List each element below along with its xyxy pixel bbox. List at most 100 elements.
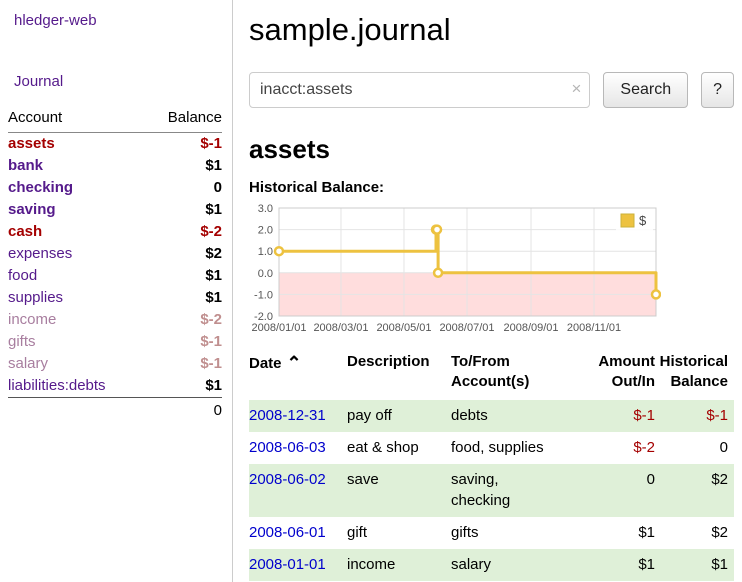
transaction-date-link[interactable]: 2008-06-01 <box>249 524 326 541</box>
header-accounts-line2: Account(s) <box>451 373 529 390</box>
account-row: assets $-1 <box>8 132 222 155</box>
account-name-cell: expenses <box>8 243 146 265</box>
register-description-cell: eat & shop <box>347 432 451 464</box>
register-balance-cell: 0 <box>655 432 734 464</box>
svg-text:2.0: 2.0 <box>258 225 273 237</box>
register-row: 2008-06-03 eat & shopfood, supplies$-20 <box>249 432 734 464</box>
account-name-cell: saving <box>8 199 146 221</box>
accounts-total-spacer <box>8 397 146 421</box>
historical-balance-chart: $3.02.01.00.0-1.0-2.02008/01/012008/03/0… <box>249 201 734 340</box>
register-balance-cell: $-1 <box>655 400 734 432</box>
account-heading: assets <box>249 134 734 165</box>
account-balance: $1 <box>146 155 222 177</box>
accounts-header-balance: Balance <box>146 106 222 132</box>
svg-text:2008/07/01: 2008/07/01 <box>439 322 494 334</box>
account-name-cell: supplies <box>8 287 146 309</box>
account-link[interactable]: assets <box>8 135 55 152</box>
register-table: Date⌃ Description To/FromAccount(s) Amou… <box>249 352 734 581</box>
account-row: saving $1 <box>8 199 222 221</box>
account-link[interactable]: expenses <box>8 245 72 262</box>
account-link[interactable]: food <box>8 267 37 284</box>
account-balance: $1 <box>146 199 222 221</box>
register-description-cell: gift <box>347 517 451 549</box>
svg-text:-1.0: -1.0 <box>254 289 273 301</box>
svg-text:2008/03/01: 2008/03/01 <box>313 322 368 334</box>
transaction-date-link[interactable]: 2008-06-03 <box>249 439 326 456</box>
account-link[interactable]: gifts <box>8 333 36 350</box>
svg-text:2008/09/01: 2008/09/01 <box>503 322 558 334</box>
accounts-table: Account Balance assets$-1bank$1checking0… <box>8 106 222 421</box>
account-link[interactable]: saving <box>8 201 56 218</box>
register-description-cell: save <box>347 464 451 518</box>
account-name-cell: checking <box>8 177 146 199</box>
account-name-cell: assets <box>8 132 146 155</box>
accounts-table-header: Account Balance <box>8 106 222 132</box>
account-row: income $-2 <box>8 309 222 331</box>
register-date-cell: 2008-12-31 <box>249 400 347 432</box>
register-accounts-cell: saving, checking <box>451 464 567 518</box>
register-date-cell: 2008-06-02 <box>249 464 347 518</box>
account-row: supplies$1 <box>8 287 222 309</box>
account-row: gifts $-1 <box>8 331 222 353</box>
header-balance-line1: Historical <box>660 353 728 370</box>
svg-text:$: $ <box>639 213 647 228</box>
account-row: bank $1 <box>8 155 222 177</box>
register-date-cell: 2008-01-01 <box>249 549 347 581</box>
register-amount-cell: $1 <box>567 517 655 549</box>
register-amount-cell: $1 <box>567 549 655 581</box>
sidebar: hledger-web Journal Account Balance asse… <box>0 0 233 582</box>
accounts-header-account: Account <box>8 106 146 132</box>
sort-ascending-icon: ⌃ <box>287 353 302 373</box>
search-box: × <box>249 72 590 108</box>
account-link[interactable]: liabilities:debts <box>8 377 106 394</box>
register-accounts-cell: food, supplies <box>451 432 567 464</box>
clear-search-icon[interactable]: × <box>571 80 581 97</box>
svg-text:3.0: 3.0 <box>258 203 273 215</box>
account-name-cell: income <box>8 309 146 331</box>
account-balance: $1 <box>146 265 222 287</box>
header-accounts-line1: To/From <box>451 353 510 370</box>
account-name-cell: cash <box>8 221 146 243</box>
account-link[interactable]: salary <box>8 355 48 372</box>
help-button[interactable]: ? <box>701 72 734 108</box>
account-row: liabilities:debts$1 <box>8 375 222 398</box>
register-amount-cell: $-2 <box>567 432 655 464</box>
header-amount-line2: Out/In <box>612 373 655 390</box>
page-title: sample.journal <box>249 12 734 48</box>
account-link[interactable]: income <box>8 311 56 328</box>
svg-text:2008/11/01: 2008/11/01 <box>567 322 621 334</box>
svg-text:1.0: 1.0 <box>258 246 273 258</box>
register-accounts-cell: gifts <box>451 517 567 549</box>
accounts-table-body: assets$-1bank$1checking0saving$1cash$-2e… <box>8 132 222 397</box>
account-balance: $-1 <box>146 132 222 155</box>
account-balance: $-2 <box>146 221 222 243</box>
account-name-cell: liabilities:debts <box>8 375 146 398</box>
header-balance-line2: Balance <box>670 373 728 390</box>
account-link[interactable]: supplies <box>8 289 63 306</box>
search-form: × Search ? <box>249 72 734 108</box>
sidebar-item-journal[interactable]: Journal <box>14 73 222 90</box>
search-input[interactable] <box>249 72 590 108</box>
account-link[interactable]: cash <box>8 223 42 240</box>
account-balance: $-2 <box>146 309 222 331</box>
account-link[interactable]: bank <box>8 157 43 174</box>
svg-text:0.0: 0.0 <box>258 268 273 280</box>
register-description-cell: pay off <box>347 400 451 432</box>
account-link[interactable]: checking <box>8 179 73 196</box>
account-name-cell: gifts <box>8 331 146 353</box>
register-header-row: Date⌃ Description To/FromAccount(s) Amou… <box>249 352 734 400</box>
account-row: checking0 <box>8 177 222 199</box>
transaction-date-link[interactable]: 2008-06-02 <box>249 471 326 488</box>
accounts-total-balance: 0 <box>146 397 222 421</box>
transaction-date-link[interactable]: 2008-12-31 <box>249 407 326 424</box>
account-balance: $-1 <box>146 353 222 375</box>
register-header-date[interactable]: Date ⌃ <box>249 352 347 400</box>
register-row: 2008-06-01 giftgifts$1$2 <box>249 517 734 549</box>
transaction-date-link[interactable]: 2008-01-01 <box>249 556 326 573</box>
account-row: salary $-1 <box>8 353 222 375</box>
header-date-label: Date <box>249 355 282 372</box>
search-button[interactable]: Search <box>603 72 688 108</box>
account-balance: $-1 <box>146 331 222 353</box>
app-title-link[interactable]: hledger-web <box>14 12 222 29</box>
register-balance-cell: $2 <box>655 517 734 549</box>
